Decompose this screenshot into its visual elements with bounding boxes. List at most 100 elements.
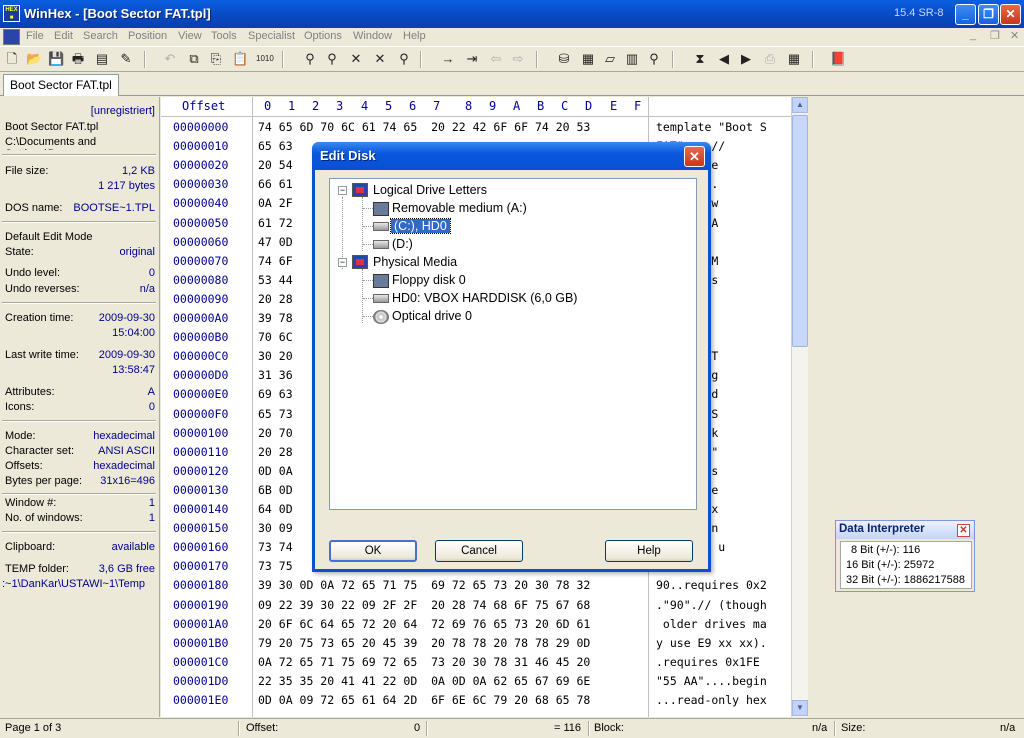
- row-hex-bytes[interactable]: 30 09: [258, 521, 293, 535]
- row-hex-bytes[interactable]: 74 65 6D 70 6C 61 74 65 20 22 42 6F 6F 7…: [258, 120, 590, 134]
- menu-view[interactable]: View: [178, 30, 202, 42]
- close-button[interactable]: ✕: [1000, 4, 1021, 25]
- hex-row[interactable]: 000001B0 79 20 75 73 65 20 45 39 20 78 78…: [161, 634, 791, 653]
- row-hex-bytes[interactable]: 09 22 39 30 22 09 2F 2F 20 28 74 68 6F 7…: [258, 598, 590, 612]
- row-text[interactable]: older drives ma: [656, 617, 767, 631]
- forward-icon[interactable]: ⇨: [510, 51, 526, 67]
- collapse-icon[interactable]: −: [338, 186, 347, 195]
- scroll-up-icon[interactable]: ▲: [792, 97, 808, 113]
- minimize-button[interactable]: _: [955, 4, 976, 25]
- calculator-icon[interactable]: ▥: [624, 51, 640, 67]
- menu-file[interactable]: File: [26, 30, 44, 42]
- row-hex-bytes[interactable]: 61 72: [258, 216, 293, 230]
- cancel-button[interactable]: Cancel: [435, 540, 523, 562]
- hex-row[interactable]: 000001C0 0A 72 65 71 75 69 72 65 73 20 30…: [161, 653, 791, 672]
- row-hex-bytes[interactable]: 65 63: [258, 139, 293, 153]
- row-text[interactable]: ."90".// (though: [656, 598, 767, 612]
- find-again-icon[interactable]: ⚲: [396, 51, 412, 67]
- ok-button[interactable]: OK: [329, 540, 417, 562]
- data-interpreter-close-icon[interactable]: ✕: [957, 524, 970, 537]
- row-hex-bytes[interactable]: 0D 0A: [258, 464, 293, 478]
- paste-icon[interactable]: 📋: [232, 51, 248, 67]
- row-hex-bytes[interactable]: 79 20 75 73 65 20 45 39 20 78 78 20 78 7…: [258, 636, 590, 650]
- tab-boot-sector[interactable]: Boot Sector FAT.tpl: [3, 74, 119, 96]
- previous-icon[interactable]: ◀: [716, 51, 732, 67]
- camera-icon[interactable]: ⎙: [762, 51, 778, 67]
- row-hex-bytes[interactable]: 39 30 0D 0A 72 65 71 75 69 72 65 73 20 3…: [258, 578, 590, 592]
- mdi-restore-icon[interactable]: ❐: [990, 29, 1000, 42]
- restore-button[interactable]: ❐: [978, 4, 999, 25]
- row-hex-bytes[interactable]: 20 70: [258, 426, 293, 440]
- menu-options[interactable]: Options: [304, 30, 342, 42]
- scroll-thumb[interactable]: [792, 115, 808, 347]
- collapse-icon[interactable]: −: [338, 258, 347, 267]
- menu-help[interactable]: Help: [403, 30, 426, 42]
- tree-node-floppy[interactable]: Floppy disk 0: [330, 272, 690, 290]
- row-hex-bytes[interactable]: 0A 72 65 71 75 69 72 65 73 20 30 78 31 4…: [258, 655, 590, 669]
- hex-row[interactable]: 000001D0 22 35 35 20 41 41 22 0D 0A 0D 0A…: [161, 672, 791, 691]
- open-file-icon[interactable]: 📂: [26, 51, 42, 67]
- goto-offset-icon[interactable]: →: [440, 51, 456, 67]
- row-hex-bytes[interactable]: 74 6F: [258, 254, 293, 268]
- hex-row[interactable]: 00000000 74 65 6D 70 6C 61 74 65 20 22 42…: [161, 118, 791, 137]
- row-hex-bytes[interactable]: 73 74: [258, 540, 293, 554]
- row-text[interactable]: .requires 0x1FE: [656, 655, 767, 669]
- undo-icon[interactable]: ↶: [162, 51, 178, 67]
- save-icon[interactable]: 💾: [48, 51, 64, 67]
- row-hex-bytes[interactable]: 22 35 35 20 41 41 22 0D 0A 0D 0A 62 65 6…: [258, 674, 590, 688]
- find-hex-icon[interactable]: ⚲: [324, 51, 340, 67]
- dialog-title-bar[interactable]: Edit Disk ✕: [312, 142, 711, 170]
- row-hex-bytes[interactable]: 20 28: [258, 445, 293, 459]
- hex-row[interactable]: 000001E0 0D 0A 09 72 65 61 64 2D 6F 6E 6C…: [161, 691, 791, 710]
- row-hex-bytes[interactable]: 20 54: [258, 158, 293, 172]
- row-hex-bytes[interactable]: 64 0D: [258, 502, 293, 516]
- tree-node-removable[interactable]: Removable medium (A:): [330, 200, 690, 218]
- tree-node-c-drive[interactable]: (C:), HD0: [330, 218, 690, 236]
- row-hex-bytes[interactable]: 31 36: [258, 368, 293, 382]
- scroll-down-icon[interactable]: ▼: [792, 700, 808, 716]
- data-interpreter-title[interactable]: Data Interpreter: [836, 521, 974, 539]
- tree-node-optical[interactable]: Optical drive 0: [330, 308, 690, 326]
- row-hex-bytes[interactable]: 66 61: [258, 177, 293, 191]
- disk-tools-icon[interactable]: ▱: [602, 51, 618, 67]
- menu-position[interactable]: Position: [128, 30, 167, 42]
- mdi-minimize-icon[interactable]: _: [970, 29, 976, 41]
- document-icon[interactable]: [3, 29, 20, 45]
- tree-node-physical-media[interactable]: − Physical Media: [330, 254, 690, 272]
- row-hex-bytes[interactable]: 65 73: [258, 407, 293, 421]
- menu-window[interactable]: Window: [353, 30, 392, 42]
- next-icon[interactable]: ▶: [738, 51, 754, 67]
- tree-node-logical-drives[interactable]: − Logical Drive Letters: [330, 182, 690, 200]
- vertical-scrollbar[interactable]: ▲ ▼: [791, 97, 808, 717]
- row-hex-bytes[interactable]: 0A 2F: [258, 196, 293, 210]
- execute-icon[interactable]: ✎: [118, 51, 134, 67]
- menu-search[interactable]: Search: [83, 30, 118, 42]
- row-text[interactable]: ...read-only hex: [656, 693, 767, 707]
- row-hex-bytes[interactable]: 73 75: [258, 559, 293, 573]
- new-file-icon[interactable]: 🗋: [4, 51, 20, 67]
- analyze-icon[interactable]: ⚲: [646, 51, 662, 67]
- row-hex-bytes[interactable]: 70 6C: [258, 330, 293, 344]
- help-button[interactable]: Help: [605, 540, 693, 562]
- row-hex-bytes[interactable]: 30 20: [258, 349, 293, 363]
- ram-editor-icon[interactable]: ▦: [580, 51, 596, 67]
- hex-row[interactable]: 000001A0 20 6F 6C 64 65 72 20 64 72 69 76…: [161, 615, 791, 634]
- mdi-close-icon[interactable]: ✕: [1010, 29, 1019, 42]
- winhex-app-icon[interactable]: HEX ■: [3, 5, 20, 22]
- copy-icon[interactable]: ⎘: [208, 51, 224, 67]
- row-text[interactable]: y use E9 xx xx).: [656, 636, 767, 650]
- hourglass-icon[interactable]: ⧗: [692, 51, 708, 67]
- cut-icon[interactable]: ⧉: [186, 51, 202, 67]
- row-hex-bytes[interactable]: 69 63: [258, 387, 293, 401]
- menu-tools[interactable]: Tools: [211, 30, 237, 42]
- grid-icon[interactable]: ▦: [786, 51, 802, 67]
- properties-icon[interactable]: ▤: [94, 51, 110, 67]
- row-hex-bytes[interactable]: 47 0D: [258, 235, 293, 249]
- hex-row[interactable]: 00000190 09 22 39 30 22 09 2F 2F 20 28 74…: [161, 596, 791, 615]
- row-hex-bytes[interactable]: 39 78: [258, 311, 293, 325]
- book-icon[interactable]: 📕: [830, 51, 846, 67]
- row-hex-bytes[interactable]: 6B 0D: [258, 483, 293, 497]
- print-icon[interactable]: 🖶: [70, 51, 86, 67]
- row-text[interactable]: 90..requires 0x2: [656, 578, 767, 592]
- row-hex-bytes[interactable]: 53 44: [258, 273, 293, 287]
